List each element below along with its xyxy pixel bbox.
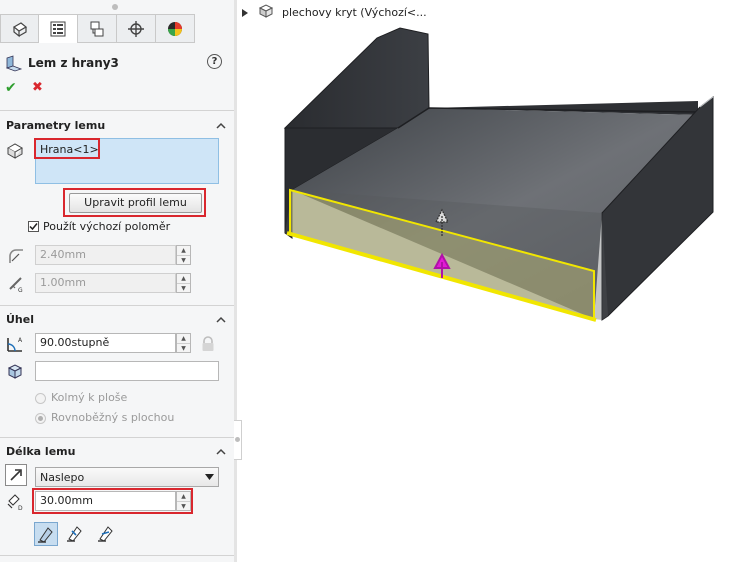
feature-tree-icon (12, 21, 27, 37)
edit-profile-highlight (63, 188, 206, 217)
gap-distance-field[interactable]: 1.00mm (35, 273, 176, 293)
bend-radius-icon (6, 246, 26, 266)
edge-selection-icon (5, 140, 25, 160)
gap-distance-spinner[interactable]: ▲ ▼ (176, 273, 191, 293)
checkmark-icon (29, 223, 38, 231)
close-icon: ✖ (32, 80, 43, 95)
section-title-angle: Úhel (6, 313, 34, 326)
cancel-button[interactable]: ✖ (32, 80, 48, 96)
svg-text:D: D (18, 505, 23, 511)
chevron-up-icon[interactable] (216, 121, 226, 131)
lock-icon[interactable] (201, 336, 215, 352)
tab-feature-manager[interactable] (0, 14, 39, 43)
divider (0, 555, 234, 556)
splitter-grip (235, 437, 240, 442)
section-title-parameters: Parametry lemu (6, 119, 106, 132)
perpendicular-radio[interactable] (35, 393, 46, 404)
svg-text:A: A (18, 337, 23, 344)
outer-virtual-sharp-button[interactable] (34, 522, 58, 546)
parallel-label: Rovnoběžný s plochou (51, 411, 175, 424)
property-list-icon (50, 21, 66, 37)
inner-virtual-sharp-button[interactable] (64, 522, 88, 546)
tab-display-manager[interactable] (156, 14, 195, 43)
appearance-pie-icon (168, 21, 182, 36)
bend-radius-field[interactable]: 2.40mm (35, 245, 176, 265)
crosshair-icon (128, 20, 144, 37)
chevron-up-icon[interactable] (216, 315, 226, 325)
manager-tabs (0, 14, 234, 44)
reverse-direction-icon (10, 469, 22, 481)
bend-radius-spinner[interactable]: ▲ ▼ (176, 245, 191, 265)
divider (0, 305, 234, 306)
flange-angle-icon: A (5, 334, 25, 354)
tab-configuration-manager[interactable] (78, 14, 117, 43)
panel-splitter[interactable] (234, 0, 237, 562)
end-condition-dropdown[interactable]: Naslepo (35, 467, 219, 487)
sheet-metal-model[interactable] (242, 0, 750, 562)
divider (0, 437, 234, 438)
property-manager-panel: Lem z hrany3 ? ✔ ✖ Parametry lemu Hrana<… (0, 0, 235, 562)
tangent-bend-icon (98, 526, 113, 542)
flange-length-icon: D (5, 491, 25, 511)
check-icon: ✔ (5, 80, 17, 96)
configuration-icon (90, 21, 104, 36)
edge-item-highlight (34, 138, 100, 159)
graphics-area[interactable]: plechovy kryt (Výchozí<... (242, 0, 750, 562)
splitter-handle[interactable] (234, 420, 242, 460)
outer-virtual-sharp-icon (38, 527, 53, 543)
divider (0, 110, 234, 111)
flange-angle-field[interactable]: 90.00stupně (35, 333, 176, 353)
chevron-up-icon[interactable] (216, 447, 226, 457)
section-title-length: Délka lemu (6, 445, 76, 458)
chevron-down-icon (205, 474, 214, 480)
reference-face-icon (5, 361, 25, 381)
back-wall (283, 27, 430, 129)
reference-face-field[interactable] (35, 361, 219, 381)
tangent-bend-button[interactable] (95, 522, 119, 546)
panel-drag-grip[interactable] (112, 4, 118, 10)
gap-distance-icon: G (6, 274, 26, 294)
inner-virtual-sharp-icon (67, 526, 82, 542)
use-default-radius-label: Použít výchozí poloměr (43, 220, 171, 233)
use-default-radius-checkbox[interactable] (28, 221, 39, 232)
help-icon: ? (211, 56, 218, 67)
parallel-radio[interactable] (35, 413, 46, 424)
tab-property-manager[interactable] (39, 14, 78, 43)
flange-angle-spinner[interactable]: ▲ ▼ (176, 333, 191, 353)
reverse-direction-button[interactable] (5, 464, 27, 486)
feature-title: Lem z hrany3 (28, 56, 119, 70)
edge-flange-icon (4, 53, 24, 73)
tab-dimxpert[interactable] (117, 14, 156, 43)
help-button[interactable]: ? (207, 54, 222, 69)
flange-length-highlight (32, 488, 193, 514)
end-condition-value: Naslepo (40, 471, 85, 484)
perpendicular-label: Kolmý k ploše (51, 391, 128, 404)
svg-text:G: G (18, 287, 23, 293)
ok-button[interactable]: ✔ (5, 80, 21, 96)
